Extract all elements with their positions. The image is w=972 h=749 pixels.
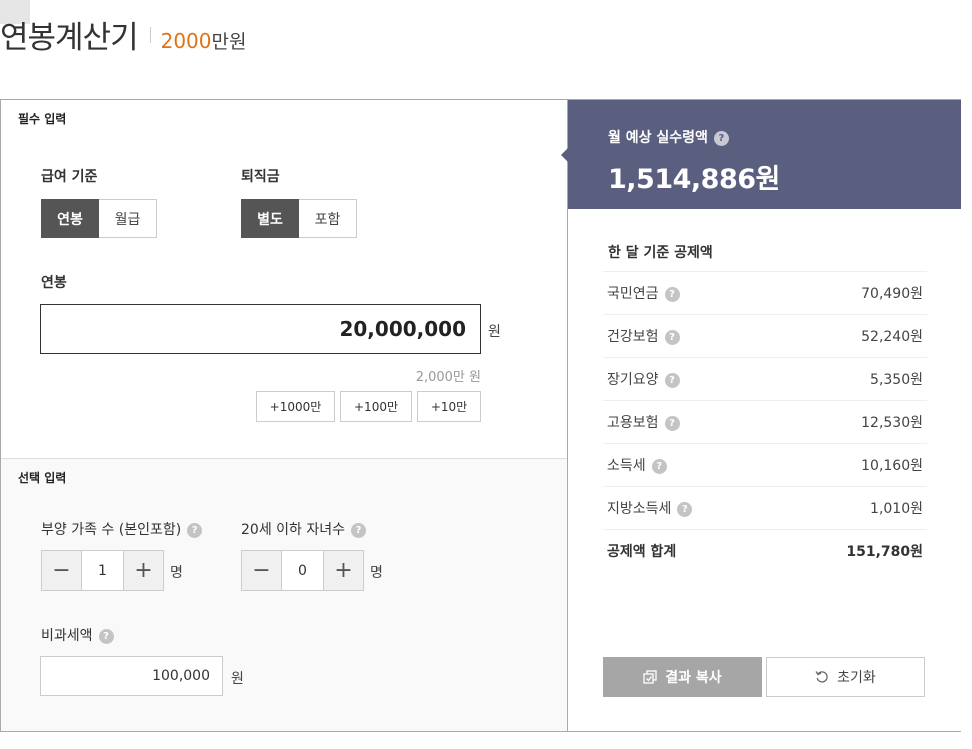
optional-section: 선택 입력 부양 가족 수 (본인포함)? − 1 + 명 20세 이하 자녀수… [1, 458, 567, 731]
children-value[interactable]: 0 [282, 550, 323, 591]
result-panel: 월 예상 실수령액? 1,514,886원 한 달 기준 공제액 국민연금? 7… [561, 100, 961, 731]
dependents-minus-button[interactable]: − [41, 550, 82, 591]
help-icon[interactable]: ? [664, 415, 680, 431]
deduction-amount: 12,530원 [861, 415, 923, 431]
pointer-arrow [561, 148, 568, 162]
help-icon[interactable]: ? [664, 329, 680, 345]
pay-basis-label: 급여 기준 [41, 169, 98, 185]
deduction-row: 장기요양? 5,350원 [603, 357, 927, 400]
dependents-label: 부양 가족 수 (본인포함) [41, 522, 182, 538]
tax-free-unit: 원 [231, 671, 244, 687]
required-section: 필수 입력 급여 기준 연봉 월급 퇴직금 별도 포함 연봉 20,000,00… [1, 100, 567, 458]
children-stepper: − 0 + 명 [241, 550, 383, 591]
deduction-row: 고용보험? 12,530원 [603, 400, 927, 443]
tax-free-label: 비과세액 [41, 628, 93, 644]
deduction-row: 지방소득세? 1,010원 [603, 486, 927, 529]
deduction-total-row: 공제액 합계 151,780원 [603, 529, 927, 572]
pay-basis-monthly-option[interactable]: 월급 [99, 199, 157, 238]
deduction-name: 건강보험 [607, 329, 659, 345]
deduction-name: 고용보험 [607, 415, 659, 431]
deduction-total-label: 공제액 합계 [607, 544, 677, 560]
salary-input[interactable]: 20,000,000 [40, 304, 481, 354]
deduction-row: 건강보험? 52,240원 [603, 314, 927, 357]
dependents-label-row: 부양 가족 수 (본인포함)? [41, 519, 203, 539]
page-header: 연봉계산기 2000 만원 [0, 12, 246, 58]
severance-label: 퇴직금 [241, 169, 280, 185]
deduction-row: 소득세? 10,160원 [603, 443, 927, 486]
page-title: 연봉계산기 [0, 20, 139, 56]
optional-section-title: 선택 입력 [18, 471, 67, 485]
deduction-title: 한 달 기준 공제액 [608, 245, 713, 261]
title-divider [149, 27, 151, 43]
salary-unit: 원 [488, 324, 501, 340]
header-amount-unit: 만원 [211, 31, 247, 53]
reset-label: 초기화 [837, 670, 876, 686]
help-icon[interactable]: ? [713, 130, 729, 146]
help-icon[interactable]: ? [677, 501, 693, 517]
header-amount: 2000 [160, 29, 212, 53]
deduction-amount: 5,350원 [870, 372, 923, 388]
required-section-title: 필수 입력 [18, 112, 67, 126]
deduction-name: 지방소득세 [607, 501, 672, 517]
plus-icon: + [134, 558, 153, 583]
help-icon[interactable]: ? [664, 372, 680, 388]
dependents-plus-button[interactable]: + [123, 550, 164, 591]
minus-icon: − [252, 558, 271, 583]
net-pay-label: 월 예상 실수령액 [608, 130, 708, 146]
severance-toggle: 별도 포함 [241, 199, 357, 238]
salary-calculator: 필수 입력 급여 기준 연봉 월급 퇴직금 별도 포함 연봉 20,000,00… [0, 99, 961, 732]
deduction-amount: 70,490원 [861, 286, 923, 302]
add-10m-button[interactable]: +1000만 [256, 391, 335, 422]
help-icon[interactable]: ? [351, 522, 366, 538]
net-pay-summary: 월 예상 실수령액? 1,514,886원 [561, 100, 961, 209]
children-label-row: 20세 이하 자녀수? [241, 519, 366, 539]
dependents-unit: 명 [170, 565, 183, 581]
deduction-name: 소득세 [607, 458, 646, 474]
deduction-name: 국민연금 [607, 286, 659, 302]
severance-separate-option[interactable]: 별도 [241, 199, 299, 238]
help-icon[interactable]: ? [651, 458, 667, 474]
dependents-value[interactable]: 1 [82, 550, 123, 591]
minus-icon: − [52, 558, 71, 583]
severance-included-option[interactable]: 포함 [299, 199, 357, 238]
tax-free-input[interactable]: 100,000 [40, 656, 223, 696]
deduction-name: 장기요양 [607, 372, 659, 388]
deduction-total-amount: 151,780원 [846, 544, 923, 560]
net-pay-value: 1,514,886원 [608, 164, 780, 195]
input-panel: 필수 입력 급여 기준 연봉 월급 퇴직금 별도 포함 연봉 20,000,00… [1, 100, 567, 731]
children-unit: 명 [370, 565, 383, 581]
reset-button[interactable]: 초기화 [766, 657, 925, 697]
copy-result-button[interactable]: 결과 복사 [603, 657, 762, 697]
children-minus-button[interactable]: − [241, 550, 282, 591]
plus-icon: + [334, 558, 353, 583]
help-icon[interactable]: ? [187, 522, 203, 538]
pay-basis-annual-option[interactable]: 연봉 [41, 199, 99, 238]
children-label: 20세 이하 자녀수 [241, 522, 345, 538]
add-100k-button[interactable]: +10만 [417, 391, 481, 422]
salary-label: 연봉 [41, 275, 67, 291]
deduction-amount: 1,010원 [870, 501, 923, 517]
net-pay-label-row: 월 예상 실수령액? [608, 127, 729, 147]
children-plus-button[interactable]: + [323, 550, 364, 591]
copy-icon [643, 670, 657, 684]
help-icon[interactable]: ? [98, 628, 114, 644]
deduction-row: 국민연금? 70,490원 [603, 271, 927, 314]
deduction-amount: 10,160원 [861, 458, 923, 474]
tax-free-label-row: 비과세액? [41, 625, 114, 645]
add-1m-button[interactable]: +100만 [340, 391, 412, 422]
deduction-amount: 52,240원 [861, 329, 923, 345]
salary-hint: 2,000만 원 [415, 370, 481, 385]
dependents-stepper: − 1 + 명 [41, 550, 183, 591]
copy-result-label: 결과 복사 [665, 670, 722, 686]
reset-icon [815, 671, 828, 683]
pay-basis-toggle: 연봉 월급 [41, 199, 157, 238]
help-icon[interactable]: ? [664, 286, 680, 302]
